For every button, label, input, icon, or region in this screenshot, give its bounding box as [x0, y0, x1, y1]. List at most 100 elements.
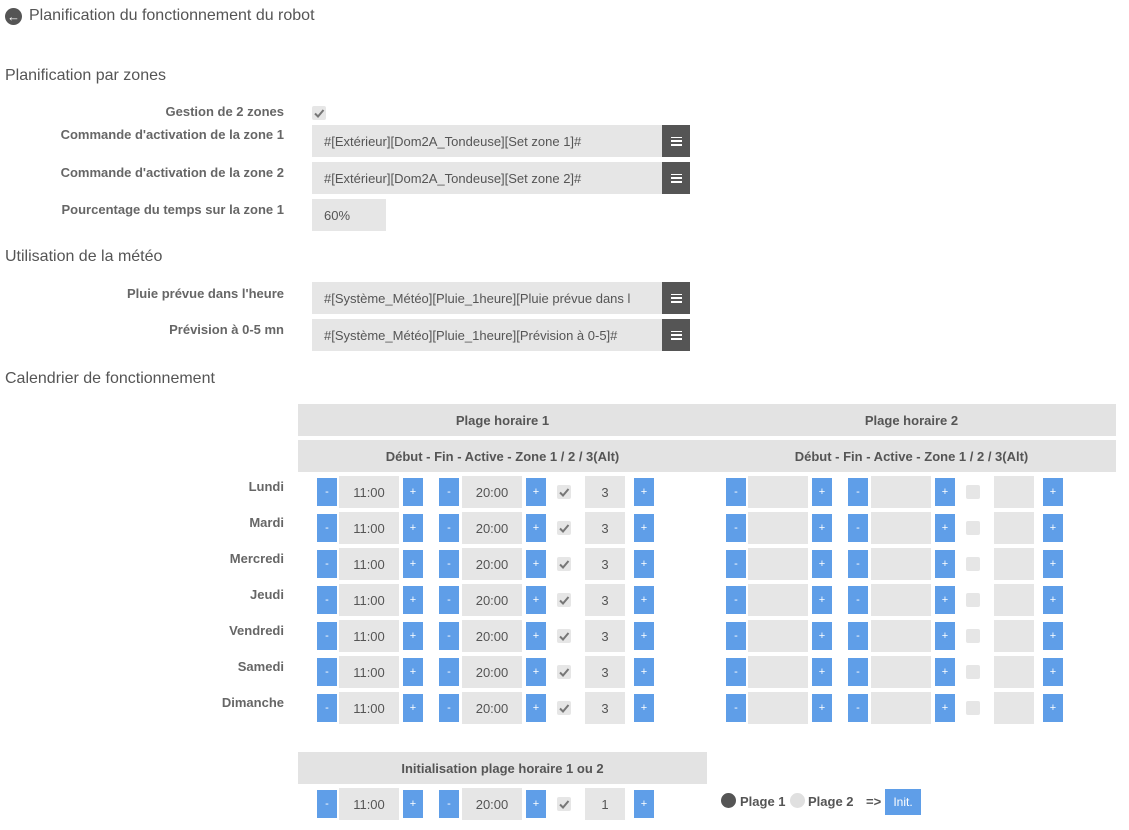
samedi-range2-start-field[interactable] — [748, 656, 808, 688]
vendredi-range2-start-decrement-button[interactable]: - — [726, 622, 746, 650]
samedi-range2-end-decrement-button[interactable]: - — [848, 658, 868, 686]
vendredi-range2-start-field[interactable] — [748, 620, 808, 652]
mercredi-range1-end-field[interactable]: 20:00 — [462, 548, 522, 580]
samedi-range1-start-field[interactable]: 11:00 — [339, 656, 399, 688]
dimanche-range2-end-increment-button[interactable]: + — [935, 694, 955, 722]
jeudi-range2-end-field[interactable] — [871, 584, 931, 616]
mardi-range1-end-decrement-button[interactable]: - — [439, 514, 459, 542]
samedi-range1-start-decrement-button[interactable]: - — [317, 658, 337, 686]
samedi-range1-active-checkbox[interactable] — [557, 665, 571, 679]
samedi-range1-start-increment-button[interactable]: + — [403, 658, 423, 686]
mercredi-range2-end-field[interactable] — [871, 548, 931, 580]
dimanche-range1-end-increment-button[interactable]: + — [526, 694, 546, 722]
dimanche-range2-end-decrement-button[interactable]: - — [848, 694, 868, 722]
dimanche-range1-zone-increment-button[interactable]: + — [634, 694, 654, 722]
vendredi-range1-end-field[interactable]: 20:00 — [462, 620, 522, 652]
mercredi-range2-active-checkbox[interactable] — [966, 557, 980, 571]
init-active-checkbox[interactable] — [557, 797, 571, 811]
lundi-range2-zone-increment-button[interactable]: + — [1043, 478, 1063, 506]
samedi-range2-end-field[interactable] — [871, 656, 931, 688]
vendredi-range1-end-increment-button[interactable]: + — [526, 622, 546, 650]
dimanche-range1-start-increment-button[interactable]: + — [403, 694, 423, 722]
zone2-command-field[interactable]: #[Extérieur][Dom2A_Tondeuse][Set zone 2]… — [312, 162, 662, 194]
dimanche-range2-start-field[interactable] — [748, 692, 808, 724]
mardi-range2-end-field[interactable] — [871, 512, 931, 544]
samedi-range1-end-increment-button[interactable]: + — [526, 658, 546, 686]
jeudi-range2-start-increment-button[interactable]: + — [812, 586, 832, 614]
jeudi-range1-start-decrement-button[interactable]: - — [317, 586, 337, 614]
jeudi-range1-end-decrement-button[interactable]: - — [439, 586, 459, 614]
zone1-command-select-button[interactable] — [662, 125, 690, 157]
lundi-range1-end-field[interactable]: 20:00 — [462, 476, 522, 508]
lundi-range2-start-decrement-button[interactable]: - — [726, 478, 746, 506]
mardi-range1-start-field[interactable]: 11:00 — [339, 512, 399, 544]
vendredi-range2-zone-increment-button[interactable]: + — [1043, 622, 1063, 650]
samedi-range2-active-checkbox[interactable] — [966, 665, 980, 679]
vendredi-range2-start-increment-button[interactable]: + — [812, 622, 832, 650]
init-zone-field[interactable]: 1 — [585, 788, 625, 820]
mercredi-range2-end-increment-button[interactable]: + — [935, 550, 955, 578]
samedi-range2-start-decrement-button[interactable]: - — [726, 658, 746, 686]
mercredi-range2-start-decrement-button[interactable]: - — [726, 550, 746, 578]
dimanche-range2-active-checkbox[interactable] — [966, 701, 980, 715]
jeudi-range1-active-checkbox[interactable] — [557, 593, 571, 607]
vendredi-range1-zone-field[interactable]: 3 — [585, 620, 625, 652]
dimanche-range2-start-increment-button[interactable]: + — [812, 694, 832, 722]
lundi-range2-start-increment-button[interactable]: + — [812, 478, 832, 506]
samedi-range1-zone-field[interactable]: 3 — [585, 656, 625, 688]
lundi-range1-start-increment-button[interactable]: + — [403, 478, 423, 506]
lundi-range1-zone-field[interactable]: 3 — [585, 476, 625, 508]
jeudi-range1-zone-field[interactable]: 3 — [585, 584, 625, 616]
lundi-range1-start-field[interactable]: 11:00 — [339, 476, 399, 508]
mercredi-range1-zone-field[interactable]: 3 — [585, 548, 625, 580]
vendredi-range1-start-field[interactable]: 11:00 — [339, 620, 399, 652]
vendredi-range2-active-checkbox[interactable] — [966, 629, 980, 643]
vendredi-range1-zone-increment-button[interactable]: + — [634, 622, 654, 650]
jeudi-range2-zone-field[interactable] — [994, 584, 1034, 616]
mercredi-range1-end-increment-button[interactable]: + — [526, 550, 546, 578]
lundi-range2-end-field[interactable] — [871, 476, 931, 508]
mercredi-range1-end-decrement-button[interactable]: - — [439, 550, 459, 578]
mercredi-range2-start-field[interactable] — [748, 548, 808, 580]
vendredi-range1-start-decrement-button[interactable]: - — [317, 622, 337, 650]
mardi-range2-end-decrement-button[interactable]: - — [848, 514, 868, 542]
vendredi-range2-end-field[interactable] — [871, 620, 931, 652]
zone2-command-select-button[interactable] — [662, 162, 690, 194]
jeudi-range2-end-increment-button[interactable]: + — [935, 586, 955, 614]
mardi-range2-start-decrement-button[interactable]: - — [726, 514, 746, 542]
mercredi-range1-start-increment-button[interactable]: + — [403, 550, 423, 578]
range2-radio[interactable] — [790, 793, 805, 808]
mercredi-range2-end-decrement-button[interactable]: - — [848, 550, 868, 578]
samedi-range1-end-decrement-button[interactable]: - — [439, 658, 459, 686]
vendredi-range1-start-increment-button[interactable]: + — [403, 622, 423, 650]
mardi-range2-start-increment-button[interactable]: + — [812, 514, 832, 542]
lundi-range1-start-decrement-button[interactable]: - — [317, 478, 337, 506]
lundi-range1-active-checkbox[interactable] — [557, 485, 571, 499]
samedi-range1-end-field[interactable]: 20:00 — [462, 656, 522, 688]
mardi-range2-zone-increment-button[interactable]: + — [1043, 514, 1063, 542]
mardi-range1-zone-field[interactable]: 3 — [585, 512, 625, 544]
vendredi-range1-active-checkbox[interactable] — [557, 629, 571, 643]
init-zone-increment-button[interactable]: + — [634, 790, 654, 818]
mercredi-range1-start-field[interactable]: 11:00 — [339, 548, 399, 580]
dimanche-range2-zone-increment-button[interactable]: + — [1043, 694, 1063, 722]
mercredi-range2-zone-field[interactable] — [994, 548, 1034, 580]
rain-command-field[interactable]: #[Système_Météo][Pluie_1heure][Pluie pré… — [312, 282, 662, 314]
range1-radio[interactable] — [721, 793, 736, 808]
jeudi-range2-start-field[interactable] — [748, 584, 808, 616]
mardi-range1-end-field[interactable]: 20:00 — [462, 512, 522, 544]
jeudi-range1-end-field[interactable]: 20:00 — [462, 584, 522, 616]
lundi-range2-end-decrement-button[interactable]: - — [848, 478, 868, 506]
rain-command-select-button[interactable] — [662, 282, 690, 314]
mercredi-range1-start-decrement-button[interactable]: - — [317, 550, 337, 578]
lundi-range2-zone-field[interactable] — [994, 476, 1034, 508]
jeudi-range1-end-increment-button[interactable]: + — [526, 586, 546, 614]
mardi-range1-active-checkbox[interactable] — [557, 521, 571, 535]
init-button[interactable]: Init. — [885, 789, 921, 815]
mardi-range2-zone-field[interactable] — [994, 512, 1034, 544]
arrow-left-circle-icon[interactable]: ← — [5, 7, 22, 25]
dimanche-range2-start-decrement-button[interactable]: - — [726, 694, 746, 722]
jeudi-range2-end-decrement-button[interactable]: - — [848, 586, 868, 614]
dimanche-range1-active-checkbox[interactable] — [557, 701, 571, 715]
mardi-range2-start-field[interactable] — [748, 512, 808, 544]
